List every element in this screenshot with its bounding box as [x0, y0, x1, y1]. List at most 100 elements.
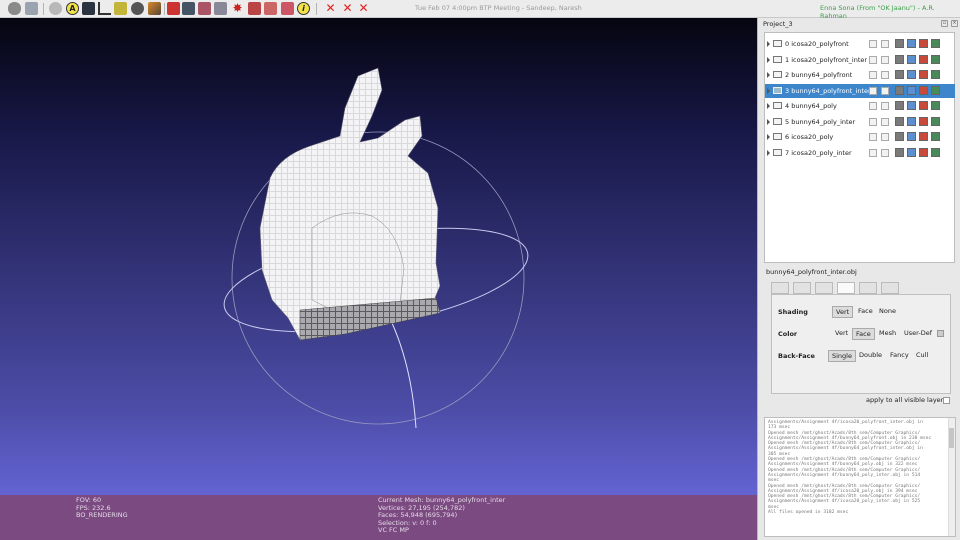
visibility-toggle-icon[interactable]	[773, 86, 782, 94]
tab-points[interactable]	[771, 282, 789, 294]
annotation-a-icon[interactable]: A	[66, 2, 79, 15]
star-icon[interactable]: ✸	[231, 2, 244, 15]
visibility-toggle-icon[interactable]	[773, 55, 782, 63]
tab-wireframe[interactable]	[793, 282, 811, 294]
backface-single-option[interactable]: Single	[828, 350, 856, 362]
color-userdef-option[interactable]: User-Def	[901, 328, 935, 338]
visibility-toggle-icon[interactable]	[773, 117, 782, 125]
layer-row[interactable]: 2 bunny64_polyfront	[765, 68, 955, 82]
layer-texture-button[interactable]	[931, 54, 940, 64]
layer-row[interactable]: 0 icosa20_polyfront	[765, 37, 955, 51]
backface-cull-option[interactable]: Cull	[913, 350, 931, 360]
layer-info-icon[interactable]	[869, 71, 877, 79]
expand-arrow-icon[interactable]	[767, 134, 770, 140]
layer-shade-button[interactable]	[907, 101, 916, 110]
expand-arrow-icon[interactable]	[767, 56, 770, 63]
sphere-icon[interactable]	[131, 2, 144, 15]
expand-arrow-icon[interactable]	[767, 118, 770, 125]
layer-color-button[interactable]	[919, 54, 928, 64]
layer-shade-button[interactable]	[907, 39, 916, 48]
tab-faces[interactable]	[837, 282, 855, 294]
layer-shade-button[interactable]	[907, 132, 916, 141]
expand-arrow-icon[interactable]	[767, 149, 770, 156]
align-icon[interactable]	[214, 2, 227, 15]
color-mesh-option[interactable]: Mesh	[876, 328, 899, 338]
layer-color-button[interactable]	[919, 85, 928, 95]
expand-arrow-icon[interactable]	[767, 103, 770, 109]
shading-none-option[interactable]: None	[876, 306, 899, 316]
palette-icon[interactable]	[281, 2, 294, 15]
close-panel-button[interactable]: ×	[951, 20, 958, 27]
backface-double-option[interactable]: Double	[856, 350, 885, 360]
shading-face-option[interactable]: Face	[855, 306, 876, 316]
pick-icon[interactable]	[167, 2, 180, 15]
layer-info-icon[interactable]	[869, 148, 877, 157]
layer-points-icon[interactable]	[881, 117, 889, 126]
layer-info-icon[interactable]	[869, 40, 877, 48]
layer-wire-button[interactable]	[895, 132, 904, 141]
layers-icon[interactable]	[25, 2, 38, 15]
texture-icon[interactable]	[182, 2, 195, 15]
layer-points-icon[interactable]	[881, 133, 889, 141]
shading-vert-option[interactable]: Vert	[832, 306, 854, 318]
visibility-toggle-icon[interactable]	[773, 102, 782, 109]
layer-texture-button[interactable]	[931, 70, 940, 79]
info-icon[interactable]: i	[297, 2, 310, 15]
visibility-toggle-icon[interactable]	[773, 40, 782, 47]
layer-wire-button[interactable]	[895, 116, 904, 126]
layer-row[interactable]: 4 bunny64_poly	[765, 99, 955, 113]
layer-points-icon[interactable]	[881, 55, 889, 64]
layer-row[interactable]: 1 icosa20_polyfront_inter	[765, 53, 955, 67]
layer-texture-button[interactable]	[931, 147, 940, 157]
layer-shade-button[interactable]	[907, 116, 916, 126]
tab-edges[interactable]	[815, 282, 833, 294]
layer-color-button[interactable]	[919, 101, 928, 110]
backface-fancy-option[interactable]: Fancy	[887, 350, 912, 360]
layer-color-button[interactable]	[919, 147, 928, 157]
layer-shade-button[interactable]	[907, 54, 916, 64]
layer-texture-button[interactable]	[931, 39, 940, 48]
layer-wire-button[interactable]	[895, 39, 904, 48]
layer-points-icon[interactable]	[881, 86, 889, 95]
layer-shade-button[interactable]	[907, 70, 916, 79]
expand-arrow-icon[interactable]	[767, 72, 770, 78]
layer-texture-button[interactable]	[931, 132, 940, 141]
layer-points-icon[interactable]	[881, 71, 889, 79]
layer-row[interactable]: 7 icosa20_poly_inter	[765, 146, 955, 160]
select-faces-icon[interactable]	[248, 2, 261, 15]
grid-icon[interactable]	[82, 2, 95, 15]
axes-icon[interactable]	[98, 2, 111, 15]
visibility-toggle-icon[interactable]	[773, 133, 782, 140]
database-icon[interactable]	[8, 2, 21, 15]
paint-bucket-icon[interactable]	[114, 2, 127, 15]
layer-points-icon[interactable]	[881, 102, 889, 110]
select-vertices-icon[interactable]	[264, 2, 277, 15]
layer-shade-button[interactable]	[907, 147, 916, 157]
tab-texture[interactable]	[881, 282, 899, 294]
layer-row[interactable]: 3 bunny64_polyfront_inter	[765, 83, 955, 98]
layer-color-button[interactable]	[919, 116, 928, 126]
expand-arrow-icon[interactable]	[767, 41, 770, 47]
globe-icon[interactable]	[49, 2, 62, 15]
layer-row[interactable]: 6 icosa20_poly	[765, 130, 955, 144]
trackball-vertical-arc[interactable]	[391, 322, 417, 429]
visibility-toggle-icon[interactable]	[773, 71, 782, 78]
layer-texture-button[interactable]	[931, 85, 940, 95]
delete-selection-icon[interactable]: ✕	[357, 2, 370, 15]
apply-all-layers-checkbox[interactable]	[943, 397, 950, 404]
log-scrollbar-thumb[interactable]	[949, 428, 954, 448]
layer-texture-button[interactable]	[931, 101, 940, 110]
layer-color-button[interactable]	[919, 39, 928, 48]
layer-info-icon[interactable]	[869, 133, 877, 141]
layer-wire-button[interactable]	[895, 101, 904, 110]
layer-info-icon[interactable]	[869, 117, 877, 126]
layer-info-icon[interactable]	[869, 55, 877, 64]
color-vert-option[interactable]: Vert	[832, 328, 851, 338]
layer-texture-button[interactable]	[931, 116, 940, 126]
layer-points-icon[interactable]	[881, 148, 889, 157]
layer-points-icon[interactable]	[881, 40, 889, 48]
log-scrollbar[interactable]	[948, 418, 955, 536]
layer-row[interactable]: 5 bunny64_poly_inter	[765, 115, 955, 129]
expand-arrow-icon[interactable]	[767, 87, 770, 94]
layer-shade-button[interactable]	[907, 85, 916, 95]
